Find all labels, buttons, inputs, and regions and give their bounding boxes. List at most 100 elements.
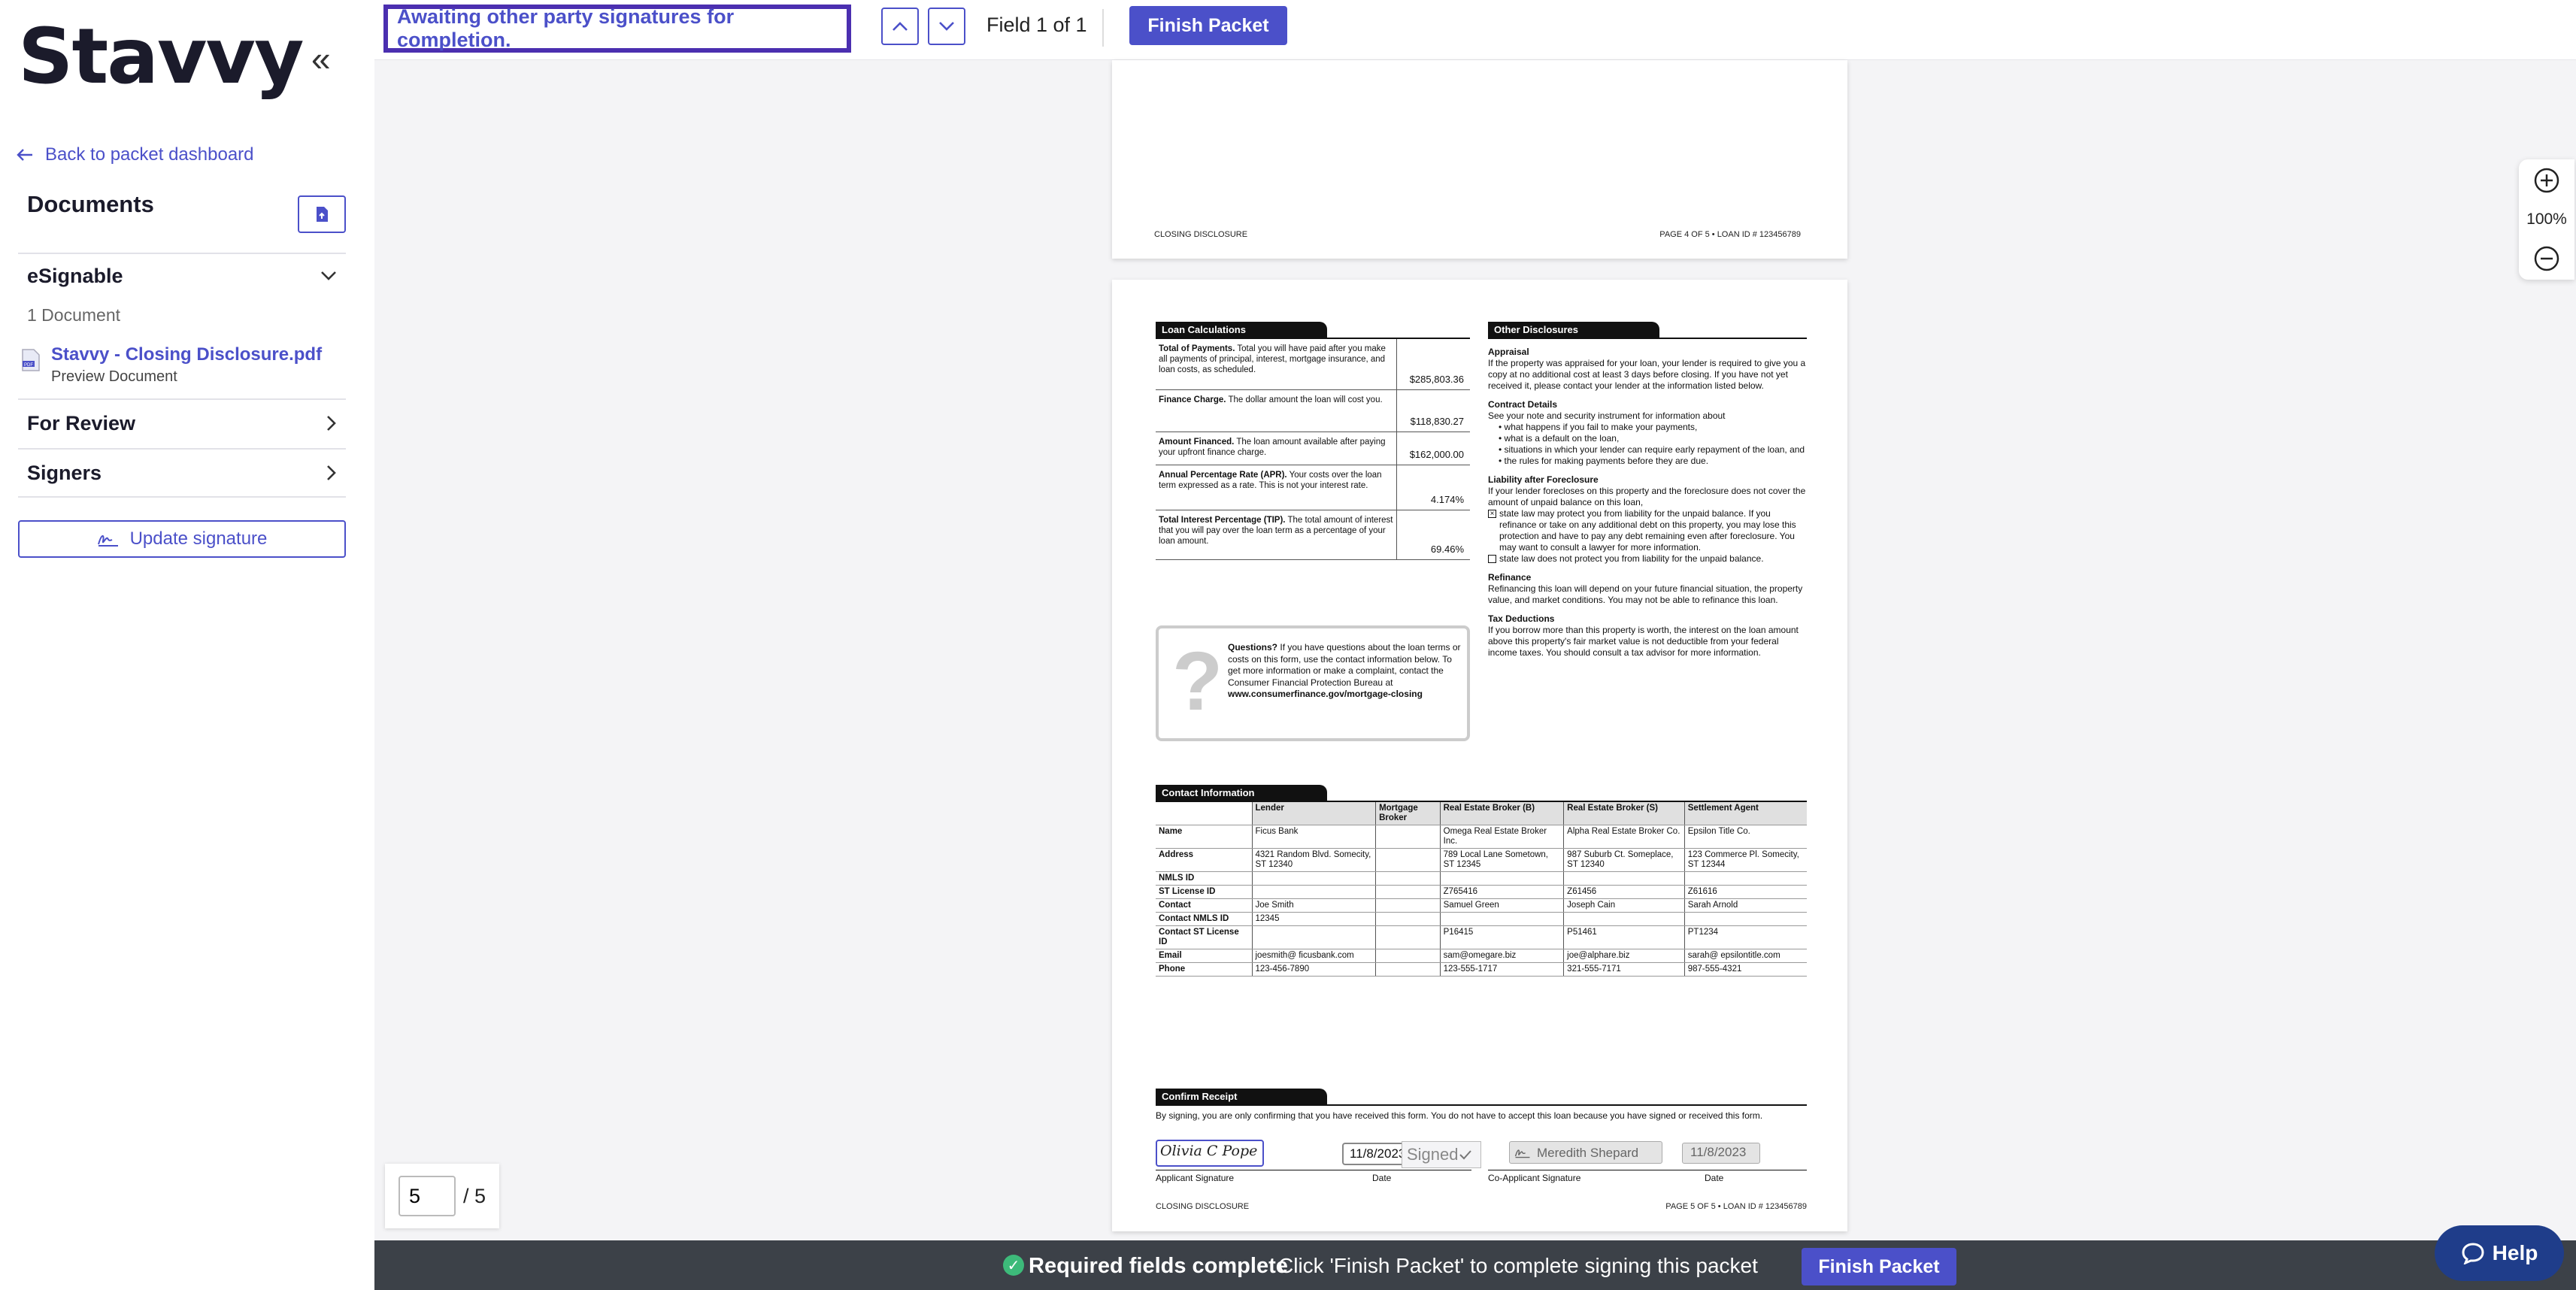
table-header-cell: Real Estate Broker (B) [1439,801,1564,825]
section-esignable[interactable]: eSignable [18,253,346,299]
list-item: • what happens if you fail to make your … [1499,422,1698,432]
section-header: Contact Information [1156,785,1327,801]
table-cell: 321-555-7171 [1563,962,1685,977]
refinance-heading: Refinance [1488,572,1532,583]
table-row: Contact NMLS ID 12345 [1156,912,1807,926]
finish-packet-button[interactable]: Finish Packet [1129,6,1287,45]
signed-label: Signed [1407,1145,1459,1164]
table-cell [1683,912,1807,926]
table-header-cell: Real Estate Broker (S) [1563,801,1685,825]
page-footer-right: PAGE 5 OF 5 • LOAN ID # 123456789 [1665,1202,1807,1211]
divider [1488,338,1807,339]
document-page-4: CLOSING DISCLOSURE PAGE 4 OF 5 • LOAN ID… [1112,60,1847,259]
table-cell [1439,912,1564,926]
table-cell: joe@alphare.biz [1563,949,1685,963]
chevron-down-icon [321,271,336,280]
page-navigator: / 5 [385,1164,499,1228]
stavvy-logo: Stavvy [18,12,305,101]
document-item[interactable]: PDF Stavvy - Closing Disclosure.pdf Prev… [21,344,322,386]
table-cell: 987 Suburb Ct. Someplace, ST 12340 [1563,848,1685,872]
contact-table: Lender Mortgage Broker Real Estate Broke… [1156,801,1807,977]
table-cell: 123-555-1717 [1439,962,1564,977]
document-viewer: Awaiting other party signatures for comp… [374,0,2576,1290]
table-cell: Alpha Real Estate Broker Co. [1563,825,1685,849]
table-cell: Epsilon Title Co. [1683,825,1807,849]
table-cell [1251,885,1376,899]
table-header-row: Lender Mortgage Broker Real Estate Broke… [1156,801,1807,825]
finish-packet-button[interactable]: Finish Packet [1802,1248,1956,1285]
document-count: 1 Document [27,305,121,325]
collapse-sidebar-icon[interactable]: « [311,36,331,81]
arrow-left-icon [17,149,32,161]
loan-calc-row: Total Interest Percentage (TIP). The tot… [1156,510,1470,560]
refinance-text: Refinancing this loan will depend on you… [1488,583,1803,605]
applicant-signature-field[interactable]: Olivia C Pope [1156,1140,1264,1167]
status-banner: Awaiting other party signatures for comp… [383,5,851,53]
list-item: • situations in which your lender can re… [1499,444,1805,455]
update-signature-button[interactable]: Update signature [18,520,346,558]
questions-text: Questions? If you have questions about t… [1228,642,1464,701]
table-header-cell: Mortgage Broker [1375,801,1441,825]
table-cell: Joe Smith [1251,898,1376,913]
section-signers[interactable]: Signers [18,448,346,498]
loan-calculations: Loan Calculations Total of Payments. Tot… [1156,322,1470,560]
table-row: Phone 123-456-7890 123-555-1717 321-555-717… [1156,962,1807,977]
list-item: • the rules for making payments before t… [1499,456,1709,466]
table-cell: Z765416 [1439,885,1564,899]
section-for-review[interactable]: For Review [18,398,346,448]
date-label: Date [1372,1173,1392,1183]
chevron-right-icon [327,416,336,431]
tax-heading: Tax Deductions [1488,613,1555,624]
loan-calc-text: Annual Percentage Rate (APR). Your costs… [1159,471,1382,490]
loan-calc-value: 4.174% [1430,494,1464,505]
zoom-in-icon[interactable] [2533,167,2560,194]
check-circle-icon: ✓ [1003,1255,1024,1276]
page-footer-right: PAGE 4 OF 5 • LOAN ID # 123456789 [1659,230,1801,239]
field-counter: Field 1 of 1 [986,14,1087,36]
loan-calc-value: $162,000.00 [1409,449,1464,460]
list-item: • what is a default on the loan, [1499,433,1620,444]
section-esignable-title: eSignable [27,265,123,287]
table-cell [1375,898,1441,913]
loan-calc-text: Total of Payments. Total you will have p… [1159,344,1386,374]
loan-calc-row: Annual Percentage Rate (APR). Your costs… [1156,465,1470,510]
row-label: Name [1156,825,1252,849]
next-field-button[interactable] [928,8,965,45]
preview-document-label[interactable]: Preview Document [51,368,322,386]
applicant-signature-label: Applicant Signature [1156,1173,1235,1183]
upload-document-button[interactable] [298,195,346,233]
document-name-link[interactable]: Stavvy - Closing Disclosure.pdf [51,344,322,365]
page-number-input[interactable] [399,1176,456,1216]
row-label: Contact NMLS ID [1156,912,1252,926]
table-cell [1439,871,1564,886]
toolbar-divider [1102,9,1104,47]
previous-field-button[interactable] [881,8,919,45]
table-cell: joesmith@ ficusbank.com [1251,949,1376,963]
table-cell: Joseph Cain [1563,898,1685,913]
zoom-out-icon[interactable] [2533,245,2560,272]
checked-box-icon: × [1488,510,1496,518]
help-button[interactable]: Help [2435,1225,2564,1281]
co-applicant-signature-field: Meredith Shepard [1509,1141,1662,1164]
checkbox-icon [1488,555,1496,563]
liability-heading: Liability after Foreclosure [1488,474,1599,485]
documents-title: Documents [27,191,154,217]
table-cell: 4321 Random Blvd. Somecity, ST 12340 [1251,848,1376,872]
other-disclosures: Other Disclosures Appraisal If the prope… [1488,322,1807,659]
check-icon [1459,1150,1471,1160]
document-page-5: Loan Calculations Total of Payments. Tot… [1112,280,1847,1231]
back-to-dashboard-link[interactable]: Back to packet dashboard [17,144,254,165]
table-cell: 123-456-7890 [1251,962,1376,977]
pdf-file-icon: PDF [22,349,40,371]
table-cell [1563,871,1685,886]
contact-information: Contact Information Lender Mortgage Brok… [1156,785,1807,977]
table-row: Email joesmith@ ficusbank.com sam@omegare.… [1156,949,1807,963]
zoom-controls: 100% [2519,159,2574,280]
help-label: Help [2492,1241,2538,1264]
table-cell: Ficus Bank [1251,825,1376,849]
contract-list: • what happens if you fail to make your … [1488,422,1807,467]
contract-heading: Contract Details [1488,399,1558,410]
update-signature-label: Update signature [129,528,268,549]
loan-calc-text: Total Interest Percentage (TIP). The tot… [1159,516,1393,546]
table-cell: 987-555-4321 [1683,962,1807,977]
